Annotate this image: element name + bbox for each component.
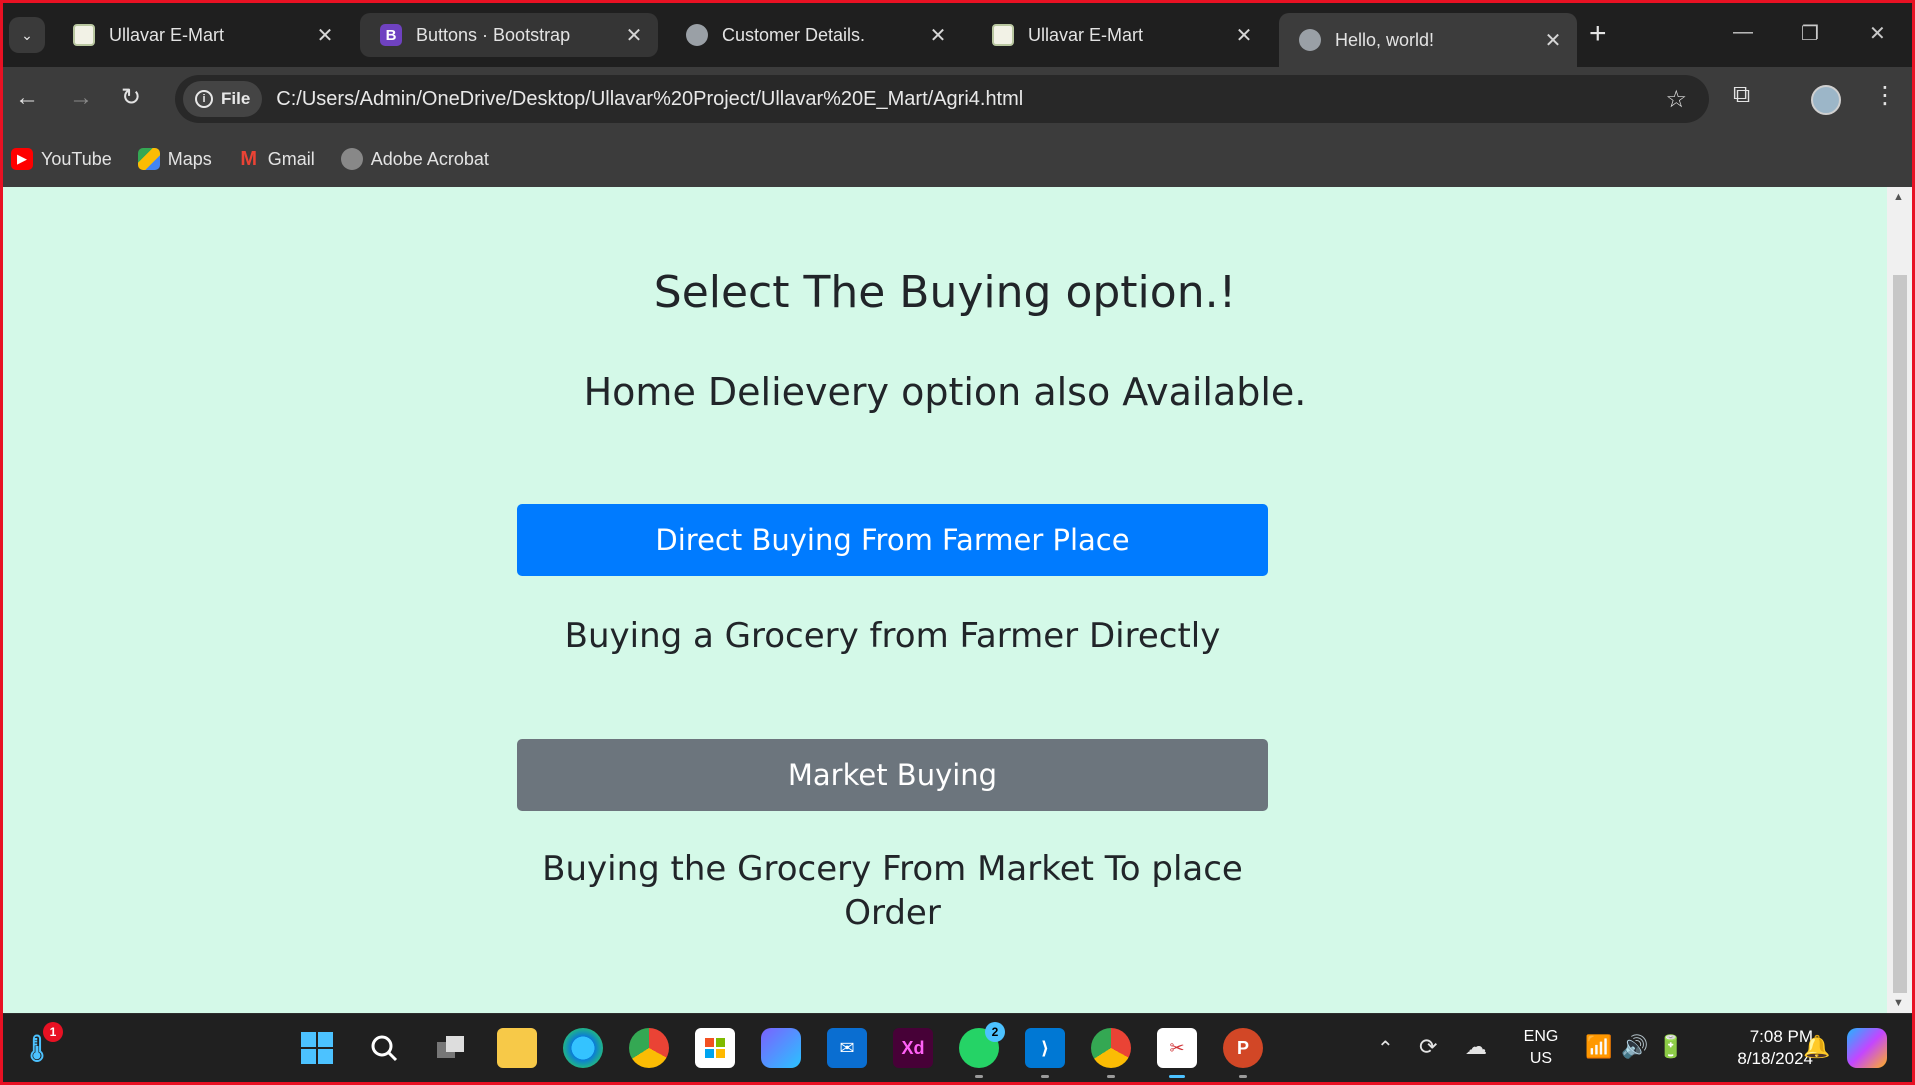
market-buying-button[interactable]: Market Buying [517,739,1268,811]
onedrive-icon[interactable]: ☁ [1465,1034,1487,1060]
browser-toolbar: ← → ↻ i File C:/Users/Admin/OneDrive/Des… [3,67,1912,131]
show-hidden-icons-chevron-icon[interactable]: ⌃ [1377,1036,1394,1061]
edge-icon[interactable] [563,1028,603,1068]
close-window-icon[interactable]: ✕ [1869,21,1886,46]
reload-icon[interactable]: ↻ [121,83,141,113]
volume-icon[interactable]: 🔊 [1621,1034,1648,1060]
bookmark-star-icon[interactable]: ☆ [1665,85,1687,114]
whatsapp-icon[interactable]: 2 [959,1022,1005,1078]
page-title: Select The Buying option.! [653,267,1237,318]
tab-title: Hello, world! [1335,29,1435,50]
tab-title: Customer Details. [722,24,866,45]
chrome-icon[interactable] [629,1028,669,1068]
bookmark-label: Gmail [267,148,315,169]
sync-icon[interactable]: ⟳ [1419,1034,1437,1060]
maps-icon [137,148,160,170]
bookmarks-bar: ▶ YouTube Maps M Gmail Adobe Acrobat [3,131,1912,187]
info-icon: i [195,90,213,108]
vscode-icon[interactable]: ⟩ [1025,1028,1065,1078]
tab-buttons-bootstrap[interactable]: B Buttons · Bootstrap ✕ [360,13,658,57]
scroll-thumb[interactable] [1893,275,1907,993]
close-icon[interactable]: ✕ [924,21,952,49]
gmail-icon: M [240,147,258,170]
bookmark-gmail[interactable]: M Gmail [238,147,315,170]
bookmark-label: Maps [167,148,212,169]
system-clock[interactable]: 7:08 PM 8/18/2024 [1703,1026,1813,1070]
minimize-icon[interactable]: — [1733,21,1753,44]
close-icon[interactable]: ✕ [620,21,648,49]
weather-widget-icon[interactable]: 🌡 1 [17,1022,63,1068]
clipchamp-icon[interactable] [761,1028,801,1068]
windows-taskbar: 🌡 1 ✉ Xd 2 ⟩ ✂ P ⌃ ⟳ ☁ ENG US 📶 🔊 🔋 7:08… [3,1013,1912,1082]
tab-strip: ⌄ Ullavar E-Mart ✕ B Buttons · Bootstrap… [3,3,1912,67]
url-text[interactable]: C:/Users/Admin/OneDrive/Desktop/Ullavar%… [276,88,1023,111]
language-code: ENG [1523,1028,1559,1045]
forward-icon[interactable]: → [69,83,93,113]
powerpoint-icon[interactable]: P [1223,1028,1263,1078]
clock-date: 8/18/2024 [1737,1049,1813,1068]
bookmark-maps[interactable]: Maps [137,148,212,170]
adobe-xd-icon[interactable]: Xd [893,1028,933,1068]
acrobat-icon [340,148,363,170]
new-tab-button[interactable]: + [1589,19,1607,49]
direct-buying-button[interactable]: Direct Buying From Farmer Place [517,504,1268,576]
tab-customer-details[interactable]: Customer Details. ✕ [666,13,962,57]
address-bar[interactable]: i File C:/Users/Admin/OneDrive/Desktop/U… [175,75,1709,123]
language-indicator[interactable]: ENG US [1519,1026,1563,1070]
bookmark-adobe-acrobat[interactable]: Adobe Acrobat [340,148,489,170]
browser-window: ⌄ Ullavar E-Mart ✕ B Buttons · Bootstrap… [3,3,1912,1082]
page-scrollbar[interactable]: ▲ ▼ [1887,187,1912,1013]
chrome-profile-icon[interactable] [1091,1028,1131,1078]
tab-ullavar-emart-2[interactable]: Ullavar E-Mart ✕ [972,13,1268,57]
restore-icon[interactable]: ❐ [1801,21,1819,46]
profile-avatar[interactable] [1811,85,1841,115]
site-info-label: File [221,89,251,108]
notification-bell-icon[interactable]: 🔔 [1803,1034,1830,1060]
whatsapp-badge: 2 [985,1022,1005,1042]
start-icon[interactable] [297,1028,337,1068]
search-icon[interactable] [364,1028,404,1068]
back-icon[interactable]: ← [15,83,39,113]
weather-badge: 1 [43,1022,63,1042]
snipping-tool-icon[interactable]: ✂ [1157,1028,1197,1078]
tab-title: Ullavar E-Mart [109,24,225,45]
clock-time: 7:08 PM [1749,1027,1813,1046]
direct-buying-description: Buying a Grocery from Farmer Directly [564,616,1221,656]
battery-icon[interactable]: 🔋 [1657,1034,1684,1060]
page-viewport: Select The Buying option.! Home Deliever… [3,187,1887,1013]
copilot-icon[interactable] [1847,1028,1887,1068]
mail-icon[interactable]: ✉ [827,1028,867,1068]
site-info-chip[interactable]: i File [183,81,263,117]
file-explorer-icon[interactable] [497,1028,537,1068]
tab-ullavar-emart-1[interactable]: Ullavar E-Mart ✕ [53,13,349,57]
bookmark-label: YouTube [41,148,112,169]
close-icon[interactable]: ✕ [1230,21,1258,49]
tab-title: Ullavar E-Mart [1028,24,1144,45]
tab-hello-world[interactable]: Hello, world! ✕ [1279,13,1577,67]
extensions-icon[interactable]: ⧉ [1733,81,1750,109]
market-buying-description: Buying the Grocery From Market To place … [542,849,1243,933]
bookmark-label: Adobe Acrobat [370,148,489,169]
chevron-down-icon: ⌄ [21,26,33,43]
close-icon[interactable]: ✕ [311,21,339,49]
page-subtitle: Home Delievery option also Available. [583,370,1307,414]
youtube-icon: ▶ [11,148,33,170]
bookmark-youtube[interactable]: ▶ YouTube [11,148,112,170]
bootstrap-icon: B [380,24,402,46]
keyboard-layout: US [1529,1050,1553,1067]
tab-title: Buttons · Bootstrap [416,24,571,45]
microsoft-store-icon[interactable] [695,1028,735,1068]
menu-kebab-icon[interactable]: ⋮ [1873,81,1897,110]
scroll-up-icon[interactable]: ▲ [1893,191,1904,203]
globe-icon [1299,29,1321,51]
emart-logo-icon [992,24,1014,46]
wifi-icon[interactable]: 📶 [1585,1034,1612,1060]
globe-icon [686,24,708,46]
close-icon[interactable]: ✕ [1539,26,1567,54]
task-view-icon[interactable] [431,1028,471,1068]
tab-search-button[interactable]: ⌄ [9,17,45,53]
scroll-down-icon[interactable]: ▼ [1893,997,1904,1009]
emart-logo-icon [73,24,95,46]
